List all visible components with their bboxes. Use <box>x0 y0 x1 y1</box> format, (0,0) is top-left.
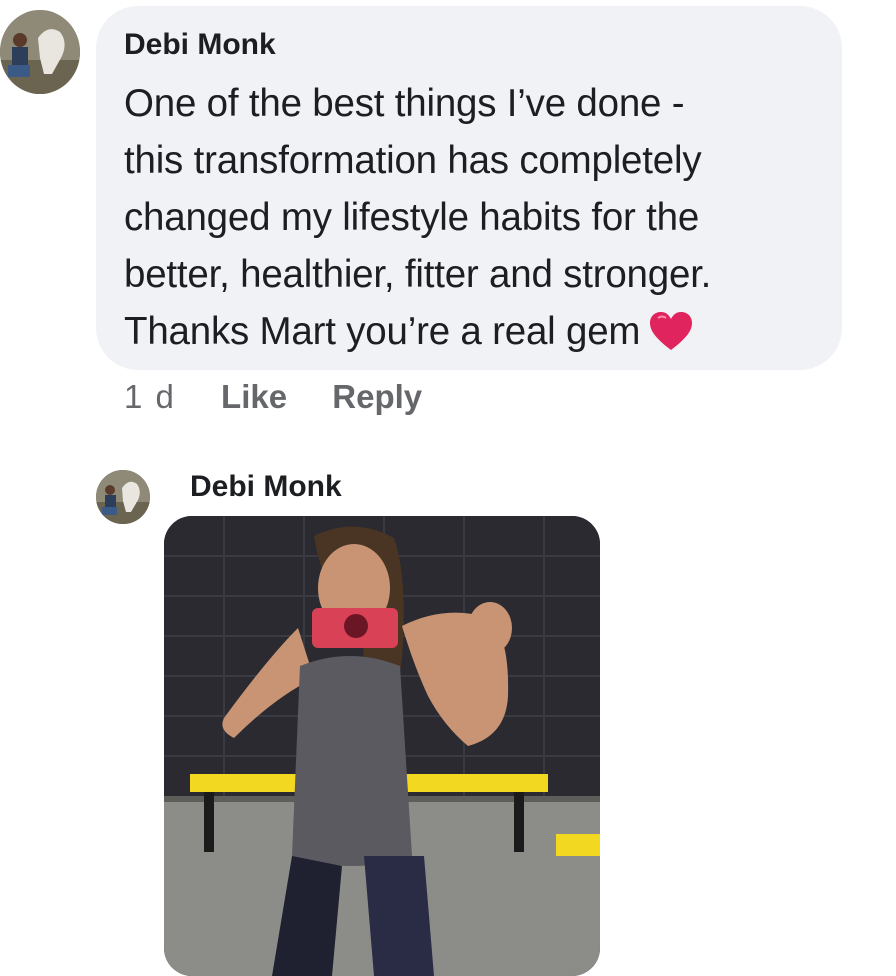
comment-line-last: Thanks Mart you’re a real gem <box>124 303 711 360</box>
photo-image <box>164 516 600 976</box>
commenter-avatar[interactable] <box>0 10 80 94</box>
attached-photo[interactable] <box>164 516 600 976</box>
avatar-image <box>96 470 150 524</box>
comment-text: One of the best things I’ve done - this … <box>124 75 711 360</box>
heart-icon <box>648 310 694 352</box>
comment-line-text: Thanks Mart you’re a real gem <box>124 310 641 353</box>
comment-actions: 1 d Like Reply <box>124 378 458 416</box>
reply-button[interactable]: Reply <box>332 378 422 415</box>
comment-timestamp[interactable]: 1 d <box>124 378 176 415</box>
reply-author-name[interactable]: Debi Monk <box>190 470 342 504</box>
comment-line: better, healthier, fitter and stronger. <box>124 253 712 296</box>
comment-author-name[interactable]: Debi Monk <box>124 28 276 62</box>
comment-line: One of the best things I’ve done - <box>124 82 685 125</box>
avatar-image <box>0 10 80 94</box>
reply-avatar[interactable] <box>96 470 150 524</box>
comment-line: changed my lifestyle habits for the <box>124 196 700 239</box>
comment-line: this transformation has completely <box>124 139 702 182</box>
like-button[interactable]: Like <box>221 378 287 415</box>
